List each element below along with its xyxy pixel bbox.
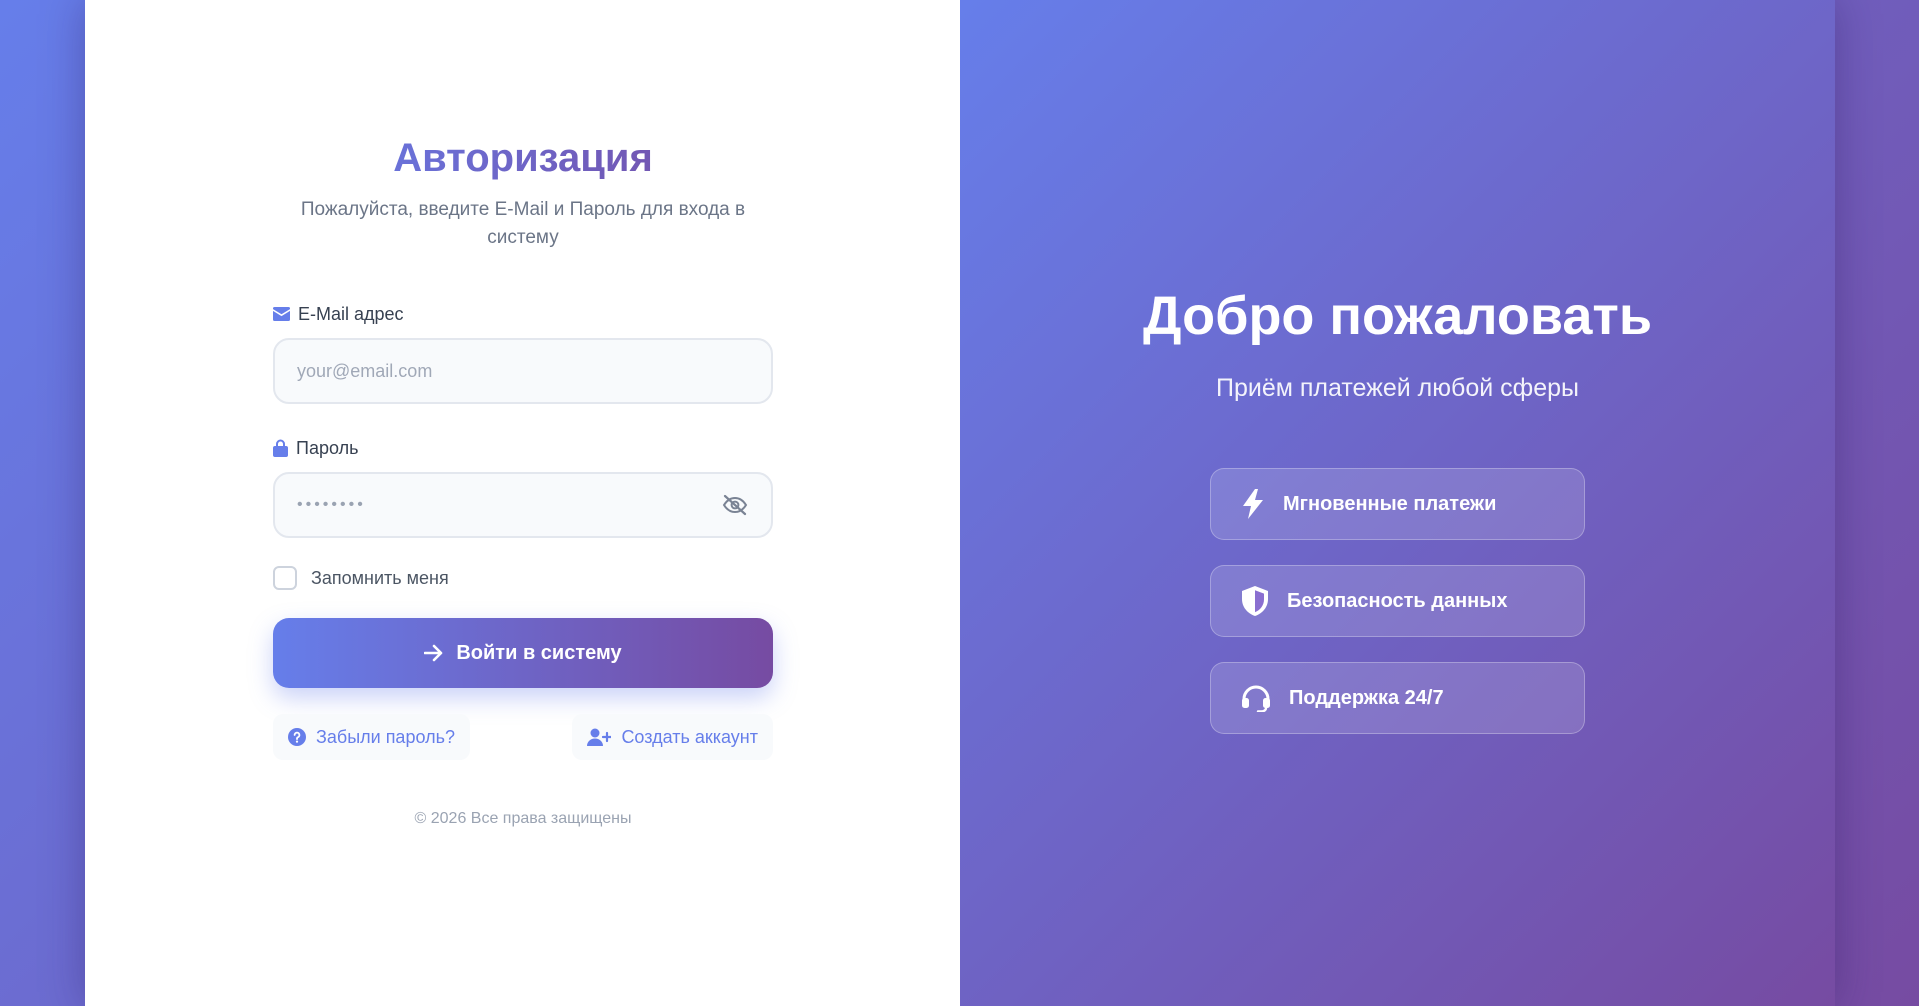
forgot-password-label: Забыли пароль?	[316, 726, 455, 747]
feature-item-data-security: Безопасность данных	[1210, 565, 1585, 637]
login-button-label: Войти в систему	[456, 641, 622, 664]
password-value: ••••••••	[297, 496, 366, 513]
auth-links: Забыли пароль? Создать аккаунт	[273, 714, 773, 760]
email-label-row: E-Mail адрес	[273, 302, 773, 326]
feature-label: Безопасность данных	[1287, 589, 1508, 612]
feature-item-instant-payments: Мгновенные платежи	[1210, 468, 1585, 540]
question-circle-icon	[288, 728, 306, 746]
lock-icon	[273, 439, 288, 457]
copyright: © 2026 Все права защищены	[414, 810, 632, 827]
remember-me-label: Запомнить меня	[311, 567, 449, 588]
arrow-right-icon	[424, 644, 443, 662]
toggle-password-visibility-button[interactable]	[721, 491, 749, 519]
page-subtitle: Пожалуйста, введите E-Mail и Пароль для …	[300, 199, 746, 248]
user-plus-icon	[587, 728, 612, 746]
shield-icon	[1242, 586, 1268, 616]
login-form: Авторизация Пожалуйста, введите E-Mail и…	[273, 130, 773, 828]
remember-me-checkbox[interactable]	[273, 566, 297, 590]
welcome-tagline: Приём платежей любой сферы	[1215, 374, 1579, 402]
password-field[interactable]: ••••••••	[273, 472, 773, 538]
welcome-panel: Добро пожаловать Приём платежей любой сф…	[960, 0, 1835, 1006]
feature-label: Мгновенные платежи	[1283, 492, 1497, 515]
headset-icon	[1242, 685, 1270, 712]
envelope-icon	[273, 307, 290, 321]
password-label-row: Пароль	[273, 436, 773, 460]
forgot-password-link[interactable]: Забыли пароль?	[273, 714, 470, 760]
email-label: E-Mail адрес	[298, 303, 404, 324]
create-account-label: Создать аккаунт	[621, 726, 758, 747]
feature-item-support: Поддержка 24/7	[1210, 662, 1585, 734]
create-account-link[interactable]: Создать аккаунт	[572, 714, 773, 760]
feature-list: Мгновенные платежи Безопасность данных П…	[1210, 468, 1585, 759]
bolt-icon	[1243, 489, 1263, 519]
email-placeholder: your@email.com	[297, 360, 433, 381]
login-button[interactable]: Войти в систему	[273, 618, 773, 688]
welcome-block: Добро пожаловать Приём платежей любой сф…	[960, 282, 1835, 403]
password-label: Пароль	[296, 437, 359, 458]
email-field[interactable]: your@email.com	[273, 338, 773, 404]
login-page: Авторизация Пожалуйста, введите E-Mail и…	[85, 0, 1835, 1006]
login-panel: Авторизация Пожалуйста, введите E-Mail и…	[85, 0, 960, 1006]
page-title: Авторизация	[273, 130, 773, 186]
welcome-title: Добро пожаловать	[1142, 286, 1653, 346]
feature-label: Поддержка 24/7	[1289, 686, 1444, 709]
remember-me[interactable]: Запомнить меня	[273, 566, 773, 590]
eye-slash-icon	[722, 494, 748, 516]
